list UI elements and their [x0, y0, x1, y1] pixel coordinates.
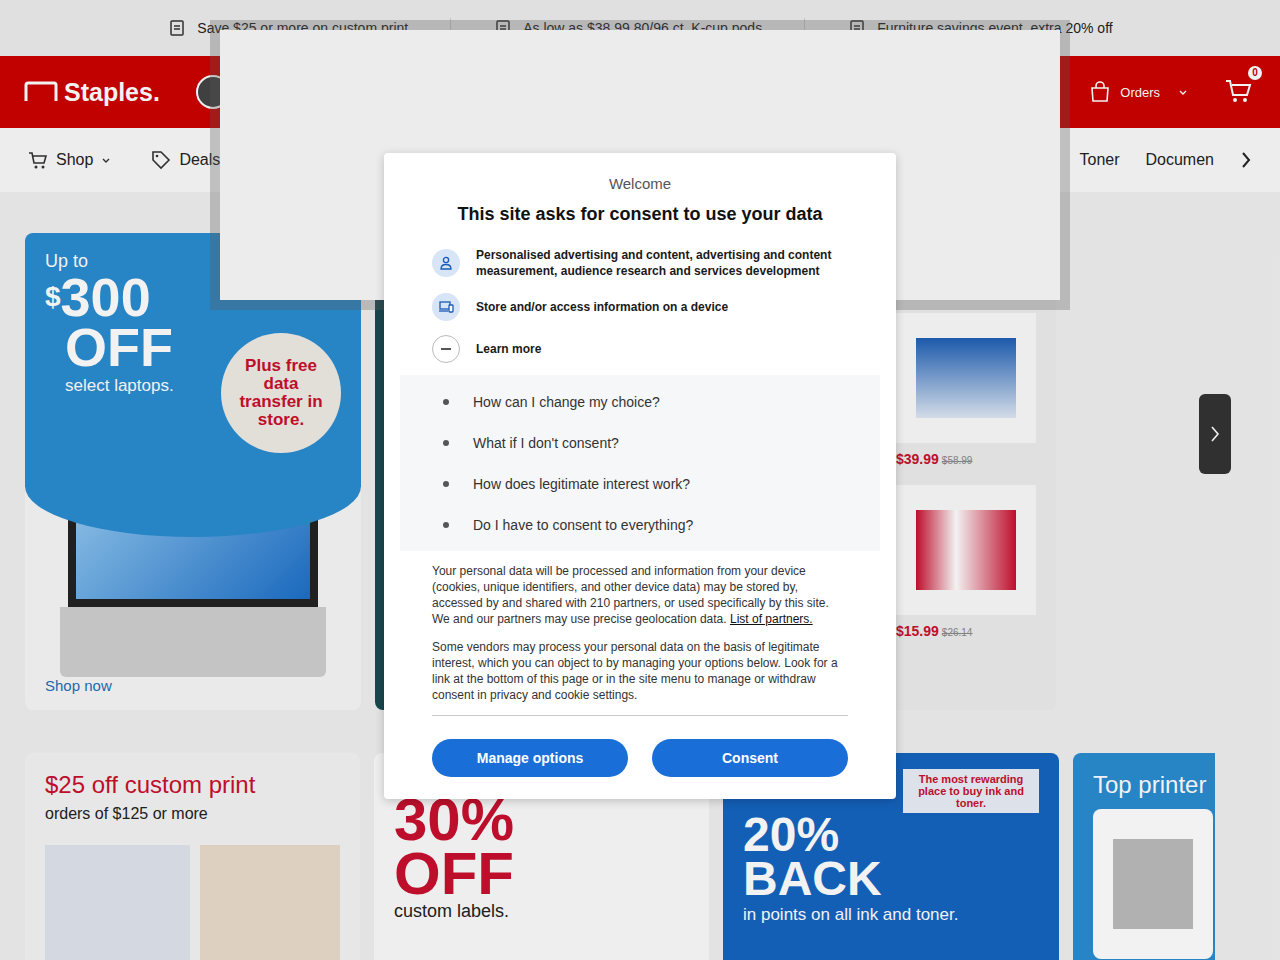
faq-item[interactable]: What if I don't consent? — [432, 422, 848, 463]
collapse-icon — [432, 335, 460, 363]
purpose-item: Personalised advertising and content, ad… — [432, 247, 848, 279]
learn-more-toggle[interactable]: Learn more — [432, 335, 848, 363]
faq-item[interactable]: Do I have to consent to everything? — [432, 504, 848, 545]
faq-item[interactable]: How does legitimate interest work? — [432, 463, 848, 504]
consent-button[interactable]: Consent — [652, 739, 848, 777]
faq-item[interactable]: How can I change my choice? — [432, 381, 848, 422]
partners-link[interactable]: List of partners. — [730, 612, 813, 626]
person-icon — [438, 255, 454, 271]
page: Save $25 or more on custom printAs low a… — [0, 0, 1280, 960]
purpose-item: Store and/or access information on a dev… — [432, 293, 848, 321]
consent-dialog: WelcomeThis site asks for consent to use… — [384, 153, 896, 799]
devices-icon — [438, 299, 454, 315]
faq-list: How can I change my choice?What if I don… — [400, 375, 880, 551]
consent-button[interactable]: Manage options — [432, 739, 628, 777]
